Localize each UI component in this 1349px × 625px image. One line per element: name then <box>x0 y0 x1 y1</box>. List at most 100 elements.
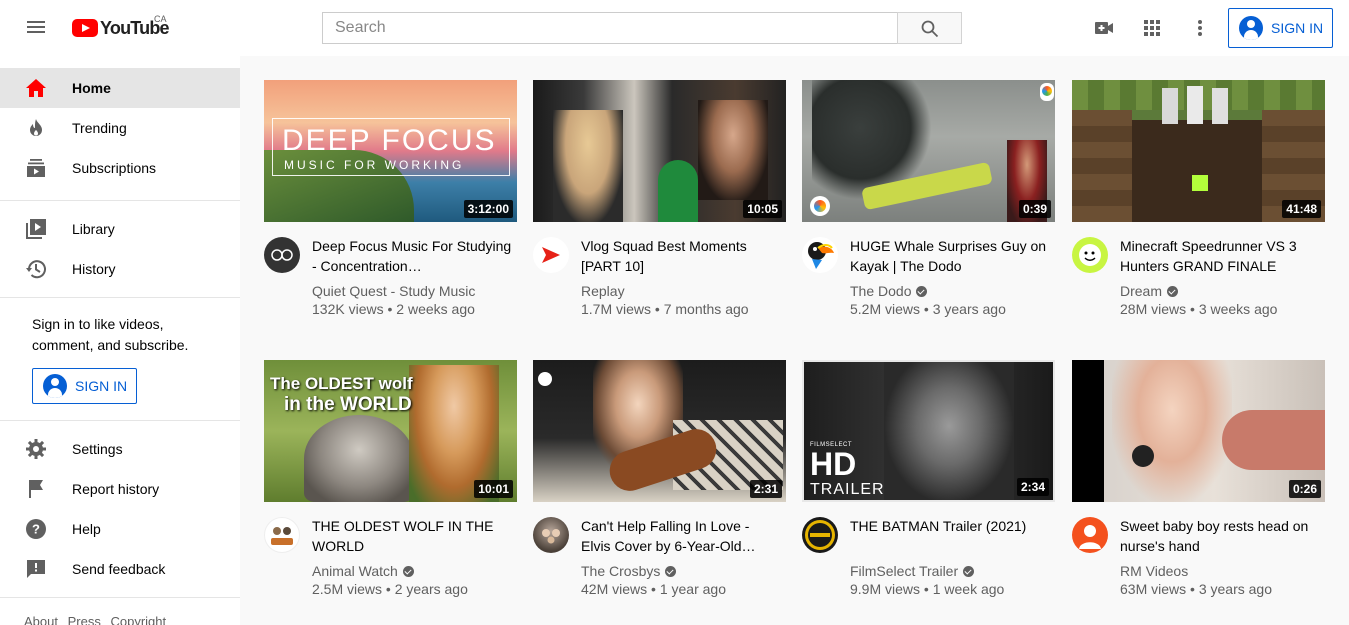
sidebar-item-library[interactable]: Library <box>0 209 240 249</box>
channel-avatar[interactable] <box>1072 517 1108 553</box>
menu-icon[interactable] <box>24 18 48 38</box>
video-card[interactable]: 0:26 Sweet baby boy rests head on nurse'… <box>1072 360 1325 597</box>
upload-age: 2 years ago <box>394 581 468 597</box>
sidebar-sign-in-button[interactable]: SIGN IN <box>32 368 137 404</box>
view-count: 63M views <box>1120 581 1187 597</box>
video-thumbnail[interactable]: 10:05 <box>533 80 786 222</box>
subscriptions-icon <box>24 156 48 180</box>
video-duration: 10:05 <box>743 200 782 218</box>
sidebar-item-label: Send feedback <box>72 561 166 577</box>
channel-avatar[interactable] <box>533 517 569 553</box>
video-thumbnail[interactable]: The OLDEST wolf in the WORLD 10:01 <box>264 360 517 502</box>
help-icon: ? <box>24 517 48 541</box>
video-title[interactable]: Minecraft Speedrunner VS 3 Hunters GRAND… <box>1120 236 1320 276</box>
video-stats: 63M views • 3 years ago <box>1120 581 1272 597</box>
channel-name[interactable]: Replay <box>581 283 625 299</box>
apps-icon[interactable] <box>1140 16 1164 40</box>
channel-name[interactable]: The Dodo <box>850 283 928 299</box>
thumbnail-player <box>1212 88 1228 124</box>
sidebar-item-label: Settings <box>72 441 123 457</box>
channel-name[interactable]: Quiet Quest - Study Music <box>312 283 475 299</box>
fire-icon <box>24 116 48 140</box>
video-card[interactable]: FILMSELECT HD TRAILER 2:34 THE BATMAN Tr… <box>802 360 1055 597</box>
thumbnail-hand <box>1222 410 1325 470</box>
sidebar-item-label: Home <box>72 80 111 96</box>
video-thumbnail[interactable]: 41:48 <box>1072 80 1325 222</box>
channel-watermark <box>810 196 830 216</box>
upload-age: 3 years ago <box>1198 581 1272 597</box>
verified-badge-icon <box>963 565 975 577</box>
channel-avatar[interactable] <box>533 237 569 273</box>
sidebar-item-trending[interactable]: Trending <box>0 108 240 148</box>
sidebar-item-report-history[interactable]: Report history <box>0 469 240 509</box>
video-duration: 0:26 <box>1288 480 1321 498</box>
video-thumbnail[interactable]: 0:26 <box>1072 360 1325 502</box>
video-thumbnail[interactable]: 0:39 <box>802 80 1055 222</box>
video-title[interactable]: Vlog Squad Best Moments [PART 10] <box>581 236 781 276</box>
video-title[interactable]: THE OLDEST WOLF IN THE WORLD <box>312 516 512 556</box>
video-title[interactable]: Can't Help Falling In Love - Elvis Cover… <box>581 516 781 556</box>
masthead: YouTube CA SIGN IN <box>0 0 1349 56</box>
channel-avatar[interactable] <box>802 237 838 273</box>
youtube-logo[interactable]: YouTube CA <box>72 14 170 40</box>
video-title[interactable]: HUGE Whale Surprises Guy on Kayak | The … <box>850 236 1050 276</box>
library-icon <box>24 217 48 241</box>
video-card[interactable]: DEEP FOCUS MUSIC FOR WORKING 3:12:00 Dee… <box>264 80 517 317</box>
feedback-icon <box>24 557 48 581</box>
video-title[interactable]: Sweet baby boy rests head on nurse's han… <box>1120 516 1320 556</box>
video-card[interactable]: 0:39 HUGE Whale Surprises Guy on Kayak |… <box>802 80 1055 317</box>
video-title[interactable]: THE BATMAN Trailer (2021) <box>850 516 1050 536</box>
thumbnail-pit <box>1132 120 1262 222</box>
sidebar-item-send-feedback[interactable]: Send feedback <box>0 549 240 589</box>
account-icon <box>1239 16 1263 40</box>
channel-avatar[interactable] <box>1072 237 1108 273</box>
channel-avatar[interactable] <box>264 517 300 553</box>
channel-name[interactable]: FilmSelect Trailer <box>850 563 975 579</box>
sign-in-button[interactable]: SIGN IN <box>1228 8 1333 48</box>
channel-name[interactable]: Animal Watch <box>312 563 414 579</box>
channel-name-text: The Crosbys <box>581 563 661 579</box>
flag-icon <box>24 477 48 501</box>
footer-link-about[interactable]: About <box>24 614 58 625</box>
video-thumbnail[interactable]: DEEP FOCUS MUSIC FOR WORKING 3:12:00 <box>264 80 517 222</box>
view-count: 1.7M views <box>581 301 652 317</box>
channel-avatar[interactable] <box>802 517 838 553</box>
sidebar-item-home[interactable]: Home <box>0 68 240 108</box>
home-icon <box>24 76 48 100</box>
view-count: 28M views <box>1120 301 1187 317</box>
sidebar-item-settings[interactable]: Settings <box>0 429 240 469</box>
footer-links: About Press Copyright <box>24 614 172 625</box>
video-title[interactable]: Deep Focus Music For Studying - Concentr… <box>312 236 512 276</box>
channel-avatar[interactable] <box>264 237 300 273</box>
thumbnail-wolf <box>304 415 414 502</box>
upload-age: 1 year ago <box>659 581 726 597</box>
video-thumbnail[interactable]: 2:31 <box>533 360 786 502</box>
video-thumbnail[interactable]: FILMSELECT HD TRAILER 2:34 <box>802 360 1055 502</box>
video-card[interactable]: The OLDEST wolf in the WORLD 10:01 THE O… <box>264 360 517 597</box>
channel-name[interactable]: Dream <box>1120 283 1179 299</box>
video-stats: 28M views • 3 weeks ago <box>1120 301 1278 317</box>
sidebar-item-help[interactable]: ? Help <box>0 509 240 549</box>
channel-name[interactable]: The Crosbys <box>581 563 677 579</box>
video-stats: 9.9M views • 1 week ago <box>850 581 1005 597</box>
channel-name[interactable]: RM Videos <box>1120 563 1188 579</box>
search-input[interactable] <box>322 12 898 44</box>
video-card[interactable]: 41:48 Minecraft Speedrunner VS 3 Hunters… <box>1072 80 1325 317</box>
more-vertical-icon[interactable] <box>1188 16 1212 40</box>
video-card[interactable]: 2:31 Can't Help Falling In Love - Elvis … <box>533 360 786 597</box>
channel-name-text: RM Videos <box>1120 563 1189 579</box>
sidebar-item-label: Report history <box>72 481 160 497</box>
footer-link-press[interactable]: Press <box>68 614 101 625</box>
sidebar-item-label: History <box>72 261 116 277</box>
video-stats: 132K views • 2 weeks ago <box>312 301 475 317</box>
search-button[interactable] <box>897 12 962 44</box>
verified-badge-icon <box>916 285 928 297</box>
view-count: 5.2M views <box>850 301 921 317</box>
create-video-icon[interactable] <box>1092 16 1116 40</box>
thumbnail-baby <box>1112 360 1232 502</box>
sidebar-item-history[interactable]: History <box>0 249 240 289</box>
sidebar-divider <box>0 597 240 598</box>
footer-link-copyright[interactable]: Copyright <box>110 614 166 625</box>
video-card[interactable]: 10:05 Vlog Squad Best Moments [PART 10] … <box>533 80 786 317</box>
sidebar-item-subscriptions[interactable]: Subscriptions <box>0 148 240 188</box>
